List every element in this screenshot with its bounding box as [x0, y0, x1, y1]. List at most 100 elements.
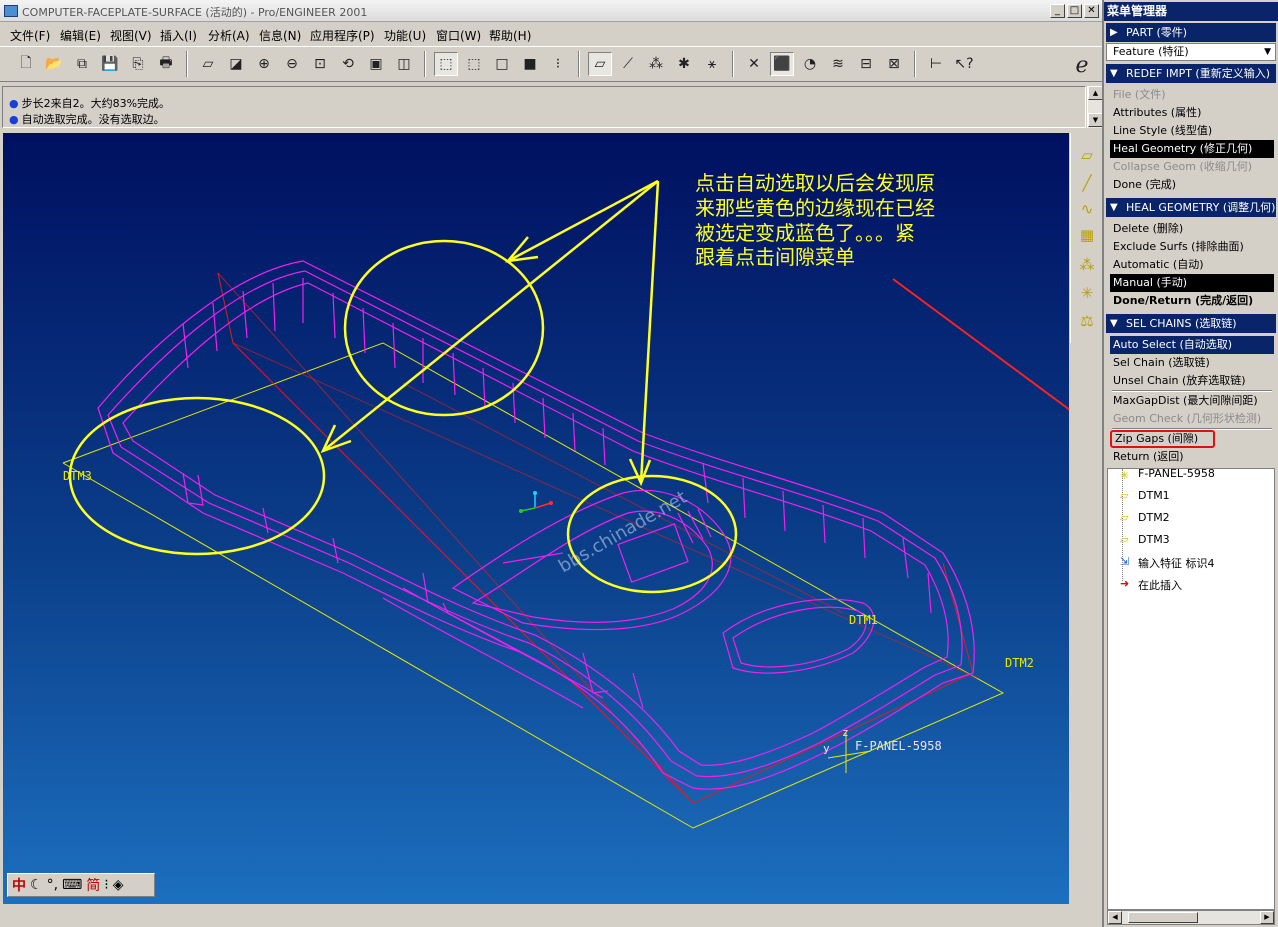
menu-view[interactable]: 视图(V): [110, 27, 152, 44]
annotation-line-3: 被选定变成蓝色了。。。紧: [695, 221, 915, 245]
model-tree[interactable]: ✳ F-PANEL-5958 ▱ DTM1 ▱ DTM2 ▱ DTM3 ⇲ 输入…: [1107, 467, 1275, 910]
part-menu-header[interactable]: ▶ PART (零件): [1106, 23, 1276, 42]
coordinate-systems-icon[interactable]: ✱: [672, 52, 696, 76]
analysis-feature-icon[interactable]: ⚖: [1075, 309, 1099, 333]
scroll-thumb[interactable]: [1128, 912, 1198, 923]
tree-horizontal-scrollbar[interactable]: ◀ ▶: [1107, 910, 1275, 925]
refit-icon[interactable]: ⊡: [308, 52, 332, 76]
menu-item-line-style[interactable]: Line Style (线型值): [1110, 122, 1274, 140]
ime-toolbar[interactable]: 中 ☾ °, ⌨ 简 ⁝ ◈: [7, 873, 155, 897]
scroll-down-icon[interactable]: ▼: [1088, 113, 1103, 127]
print-icon[interactable]: 🖶: [154, 52, 178, 76]
ime-punctuation-icon[interactable]: °,: [47, 877, 58, 893]
menu-analysis[interactable]: 分析(A): [208, 27, 250, 44]
menu-item-done[interactable]: Done (完成): [1110, 176, 1274, 194]
datum-plane-tool-icon[interactable]: ▱: [1075, 143, 1099, 167]
menu-item-unsel-chain[interactable]: Unsel Chain (放弃选取链): [1110, 372, 1274, 390]
redraw-icon[interactable]: ▱: [196, 52, 220, 76]
open-folder-icon[interactable]: 📂: [42, 52, 66, 76]
zoom-in-icon[interactable]: ⊕: [252, 52, 276, 76]
scroll-left-icon[interactable]: ◀: [1108, 911, 1122, 924]
hidden-line-icon[interactable]: ⬚: [462, 52, 486, 76]
datum-axis-tool-icon[interactable]: ╱: [1075, 171, 1099, 195]
collapsed-triangle-icon: ▶: [1110, 27, 1118, 38]
ime-keyboard-icon[interactable]: ⌨: [62, 877, 82, 893]
tree-item-dtm1[interactable]: DTM1: [1138, 489, 1170, 502]
ime-language[interactable]: 中: [12, 875, 26, 895]
new-file-icon[interactable]: 🗋: [14, 52, 38, 76]
menu-item-maxgapdist[interactable]: MaxGapDist (最大间隙间距): [1110, 392, 1274, 410]
menu-help[interactable]: 帮助(H): [489, 27, 531, 44]
sketched-datum-icon[interactable]: ▦: [1075, 223, 1099, 247]
datum-curve-tool-icon[interactable]: ∿: [1075, 197, 1099, 221]
zoom-out-icon[interactable]: ⊖: [280, 52, 304, 76]
tree-item-csys[interactable]: F-PANEL-5958: [1138, 467, 1215, 480]
maximize-button[interactable]: □: [1067, 4, 1082, 18]
orient-icon[interactable]: ⟲: [336, 52, 360, 76]
sketch-icon[interactable]: ✕: [742, 52, 766, 76]
ime-moon-icon[interactable]: ☾: [30, 877, 43, 893]
menu-item-heal-geometry[interactable]: Heal Geometry (修正几何): [1110, 140, 1274, 158]
menu-edit[interactable]: 编辑(E): [60, 27, 101, 44]
datum-axes-icon[interactable]: ⟋: [616, 52, 640, 76]
spin-center-icon[interactable]: ◪: [224, 52, 248, 76]
scroll-right-icon[interactable]: ▶: [1260, 911, 1274, 924]
tree-item-dtm2[interactable]: DTM2: [1138, 511, 1170, 524]
menu-item-delete[interactable]: Delete (删除): [1110, 220, 1274, 238]
spin-center-toggle-icon[interactable]: ⚹: [700, 52, 724, 76]
wireframe-icon[interactable]: ⬚: [434, 52, 458, 76]
tree-item-import-feature[interactable]: 输入特征 标识4: [1138, 555, 1215, 571]
heal-geometry-header[interactable]: ▼ HEAL GEOMETRY (调整几何): [1106, 198, 1276, 217]
menu-item-manual[interactable]: Manual (手动): [1110, 274, 1274, 292]
menu-item-return[interactable]: Return (返回): [1110, 448, 1274, 466]
window-activate-icon[interactable]: ⊟: [854, 52, 878, 76]
minimize-button[interactable]: _: [1050, 4, 1065, 18]
redef-impt-header[interactable]: ▼ REDEF IMPT (重新定义输入): [1106, 64, 1276, 83]
menu-item-done-return[interactable]: Done/Return (完成/返回): [1110, 292, 1274, 310]
tree-item-dtm3[interactable]: DTM3: [1138, 533, 1170, 546]
feature-dropdown[interactable]: Feature (特征) ▼: [1106, 43, 1276, 61]
message-scrollbar[interactable]: ▲ ▼: [1087, 86, 1103, 128]
menu-insert[interactable]: 插入(I): [160, 27, 197, 44]
ime-mode[interactable]: 简: [86, 875, 100, 895]
menu-item-sel-chain[interactable]: Sel Chain (选取链): [1110, 354, 1274, 372]
menu-item-zip-gaps[interactable]: Zip Gaps (间隙): [1110, 430, 1215, 448]
menu-file[interactable]: 文件(F): [10, 27, 50, 44]
menu-item-auto-select[interactable]: Auto Select (自动选取): [1110, 336, 1274, 354]
menu-applications[interactable]: 应用程序(P): [310, 27, 375, 44]
saved-views-icon[interactable]: ▣: [364, 52, 388, 76]
close-window-icon[interactable]: ⊠: [882, 52, 906, 76]
menu-item-collapse-geom: Collapse Geom (收缩几何): [1113, 160, 1253, 173]
menu-item-automatic[interactable]: Automatic (自动): [1110, 256, 1274, 274]
annotation-line-4: 跟着点击间隙菜单: [695, 245, 855, 269]
layer-status-icon[interactable]: ≋: [826, 52, 850, 76]
menu-utilities[interactable]: 功能(U): [384, 27, 426, 44]
menu-window[interactable]: 窗口(W): [436, 27, 481, 44]
ime-help-icon[interactable]: ◈: [113, 877, 124, 893]
menu-info[interactable]: 信息(N): [259, 27, 301, 44]
close-button[interactable]: ✕: [1084, 4, 1099, 18]
measure-icon[interactable]: ⊢: [924, 52, 948, 76]
menu-item-attributes[interactable]: Attributes (属性): [1110, 104, 1274, 122]
shading-icon[interactable]: ■: [518, 52, 542, 76]
layers-icon[interactable]: ◫: [392, 52, 416, 76]
ime-softkbd-icon[interactable]: ⁝: [104, 877, 108, 893]
save-copy-icon[interactable]: ⎘: [126, 52, 150, 76]
select-icon[interactable]: ⬛: [770, 52, 794, 76]
menu-item-exclude-surfs[interactable]: Exclude Surfs (排除曲面): [1110, 238, 1274, 256]
open-session-icon[interactable]: ⧉: [70, 52, 94, 76]
datum-points-icon[interactable]: ⁂: [644, 52, 668, 76]
scroll-up-icon[interactable]: ▲: [1088, 86, 1103, 100]
datum-planes-icon[interactable]: ▱: [588, 52, 612, 76]
graphics-window[interactable]: DTM3 DTM1 DTM2 F-PANEL-5958 y z bbs.chin…: [3, 133, 1069, 904]
tree-item-insert-here[interactable]: 在此插入: [1138, 577, 1182, 593]
sel-chains-header[interactable]: ▼ SEL CHAINS (选取链): [1106, 314, 1276, 333]
color-appearance-icon[interactable]: ◔: [798, 52, 822, 76]
save-icon[interactable]: 💾: [98, 52, 122, 76]
context-help-icon[interactable]: ↖?: [952, 52, 976, 76]
no-hidden-icon[interactable]: □: [490, 52, 514, 76]
csys-tool-icon[interactable]: ✳: [1075, 281, 1099, 305]
expanded-triangle-icon: ▼: [1110, 318, 1118, 329]
model-tree-icon[interactable]: ⁝: [546, 52, 570, 76]
datum-point-tool-icon[interactable]: ⁂: [1075, 253, 1099, 277]
